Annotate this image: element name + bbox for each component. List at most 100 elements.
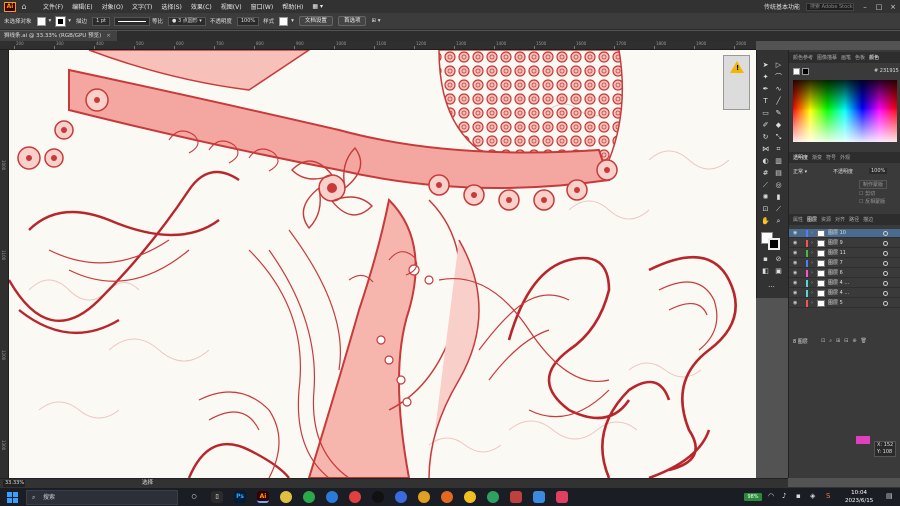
stroke-weight-field[interactable]: 1 pt	[92, 16, 110, 26]
tab-appearance[interactable]: 外观	[840, 154, 850, 161]
layer-row[interactable]: ◉ › 图层 6	[789, 269, 900, 278]
qq-icon[interactable]	[372, 491, 384, 503]
layer-row[interactable]: ◉ › 图层 10	[789, 229, 900, 238]
layer-footer-actions[interactable]: ⊡⌕⊞⊟⊕🗑	[821, 338, 871, 344]
eye-icon[interactable]: ◉	[793, 249, 797, 258]
eye-icon[interactable]: ◉	[793, 299, 797, 308]
opacity-label[interactable]: 不透明度	[210, 17, 232, 25]
maximize-button[interactable]: □	[872, 3, 886, 11]
expand-arrow-icon[interactable]: ›	[811, 269, 813, 278]
home-icon[interactable]: ⌂	[19, 2, 29, 11]
zoom-field[interactable]: 33.33%	[3, 480, 25, 487]
selection-tool-icon[interactable]: ➤	[760, 60, 771, 70]
eye-icon[interactable]: ◉	[793, 279, 797, 288]
symbol-sprayer-tool-icon[interactable]: ✺	[760, 192, 771, 202]
layer-row[interactable]: ◉ › 图层 4 ...	[789, 279, 900, 288]
color-mode-icon[interactable]: ▪	[760, 254, 771, 264]
tab-swatches[interactable]: 色板	[855, 54, 865, 61]
layer-row[interactable]: ◉ › 图层 4 ...	[789, 289, 900, 298]
tab-brushes[interactable]: 画笔	[841, 54, 851, 61]
vertical-ruler[interactable]: 1000 1100 1200 1300	[0, 50, 9, 478]
close-window-button[interactable]: ×	[886, 3, 900, 11]
app-icon-8[interactable]	[533, 491, 545, 503]
target-circle-icon[interactable]	[883, 291, 888, 296]
mesh-tool-icon[interactable]: #	[760, 168, 771, 178]
target-circle-icon[interactable]	[883, 271, 888, 276]
tab-color-guide[interactable]: 颜色参考	[793, 54, 813, 61]
lasso-tool-icon[interactable]: ⌒	[773, 72, 784, 82]
opacity-field[interactable]: 100%	[236, 16, 260, 26]
menu-view[interactable]: 视图(V)	[221, 2, 242, 11]
color-fill-mini[interactable]	[793, 68, 800, 75]
stroke-label[interactable]: 描边	[76, 17, 87, 25]
wechat-icon[interactable]	[303, 491, 315, 503]
chrome-icon[interactable]	[349, 491, 361, 503]
eyedropper-tool-icon[interactable]: ⟋	[760, 180, 771, 190]
slice-tool-icon[interactable]: ⟋	[773, 204, 784, 214]
brush-definition-dropdown[interactable]: ● 3 点圆形 ▾	[167, 16, 206, 26]
expand-arrow-icon[interactable]: ›	[811, 229, 813, 238]
photoshop-icon[interactable]: Ps	[234, 491, 246, 503]
variable-width-profile[interactable]	[113, 16, 150, 26]
artboard-canvas[interactable]	[9, 50, 756, 478]
gradient-tool-icon[interactable]: ▤	[773, 168, 784, 178]
tab-image-trace[interactable]: 图像描摹	[817, 54, 837, 61]
close-tab-icon[interactable]: ×	[106, 33, 111, 39]
eye-icon[interactable]: ◉	[793, 229, 797, 238]
eye-icon[interactable]: ◉	[793, 289, 797, 298]
warning-popup[interactable]: !	[723, 55, 750, 110]
battery-indicator[interactable]: 98%	[744, 493, 762, 501]
shaper-tool-icon[interactable]: ✐	[760, 120, 771, 130]
eye-icon[interactable]: ◉	[793, 239, 797, 248]
file-explorer-icon[interactable]: ▯	[211, 491, 223, 503]
app-icon-4[interactable]	[441, 491, 453, 503]
document-tab[interactable]: 狮线条.ai @ 33.33% (RGB/GPU 预览) ×	[0, 31, 117, 41]
none-color-icon[interactable]: ⊘	[773, 254, 784, 264]
app-icon-2[interactable]	[395, 491, 407, 503]
menu-help[interactable]: 帮助(H)	[282, 2, 303, 11]
preferences-button[interactable]: 首选项	[337, 16, 367, 26]
expand-arrow-icon[interactable]: ›	[811, 259, 813, 268]
more-tools-icon[interactable]: ···	[766, 282, 777, 292]
invert-mask-checkbox[interactable]: ☐ 反相蒙版	[859, 198, 885, 205]
paintbrush-tool-icon[interactable]: ✎	[773, 108, 784, 118]
expand-arrow-icon[interactable]: ›	[811, 279, 813, 288]
workspace-switcher[interactable]: 传统基本功能	[764, 2, 800, 11]
app-icon-7[interactable]	[510, 491, 522, 503]
direct-selection-tool-icon[interactable]: ▷	[773, 60, 784, 70]
menu-type[interactable]: 文字(T)	[132, 2, 152, 11]
perspective-grid-tool-icon[interactable]: ▥	[773, 156, 784, 166]
menu-window[interactable]: 窗口(W)	[251, 2, 274, 11]
stock-search-input[interactable]: 搜索 Adobe Stock	[806, 2, 854, 11]
arrange-documents-icon[interactable]: ▦ ▾	[312, 3, 323, 10]
target-circle-icon[interactable]	[883, 241, 888, 246]
expand-arrow-icon[interactable]: ›	[811, 289, 813, 298]
layer-row[interactable]: ◉ › 图层 5	[789, 299, 900, 308]
clip-checkbox[interactable]: ☐ 剪切	[859, 190, 875, 197]
task-view-icon[interactable]: ○	[188, 491, 200, 503]
stroke-color-box[interactable]	[768, 238, 780, 250]
tab-align[interactable]: 对齐	[835, 216, 845, 223]
menu-object[interactable]: 对象(O)	[102, 2, 123, 11]
layer-row[interactable]: ◉ › 图层 11	[789, 249, 900, 258]
menu-file[interactable]: 文件(F)	[43, 2, 63, 11]
tab-layers[interactable]: 图层	[807, 216, 817, 223]
zoom-tool-icon[interactable]: ⌕	[773, 216, 784, 226]
tray-app-icon-1[interactable]: ▪	[796, 492, 801, 500]
draw-mode-icon[interactable]: ◧	[760, 266, 771, 276]
volume-icon[interactable]: ♪	[782, 492, 786, 500]
tab-assets[interactable]: 资源	[821, 216, 831, 223]
eraser-tool-icon[interactable]: ◆	[773, 120, 784, 130]
shape-builder-tool-icon[interactable]: ◐	[760, 156, 771, 166]
layer-row[interactable]: ◉ › 图层 9	[789, 239, 900, 248]
illustrator-taskbar-icon[interactable]: Ai	[257, 491, 269, 503]
blend-tool-icon[interactable]: ◎	[773, 180, 784, 190]
screen-mode-icon[interactable]: ▣	[773, 266, 784, 276]
transparency-opacity-field[interactable]: 100%	[869, 168, 888, 174]
start-button[interactable]	[7, 492, 18, 503]
eye-icon[interactable]: ◉	[793, 269, 797, 278]
app-icon-3[interactable]	[418, 491, 430, 503]
graphic-style-swatch[interactable]	[279, 16, 289, 26]
menu-edit[interactable]: 编辑(E)	[72, 2, 92, 11]
minimize-button[interactable]: –	[858, 3, 872, 11]
